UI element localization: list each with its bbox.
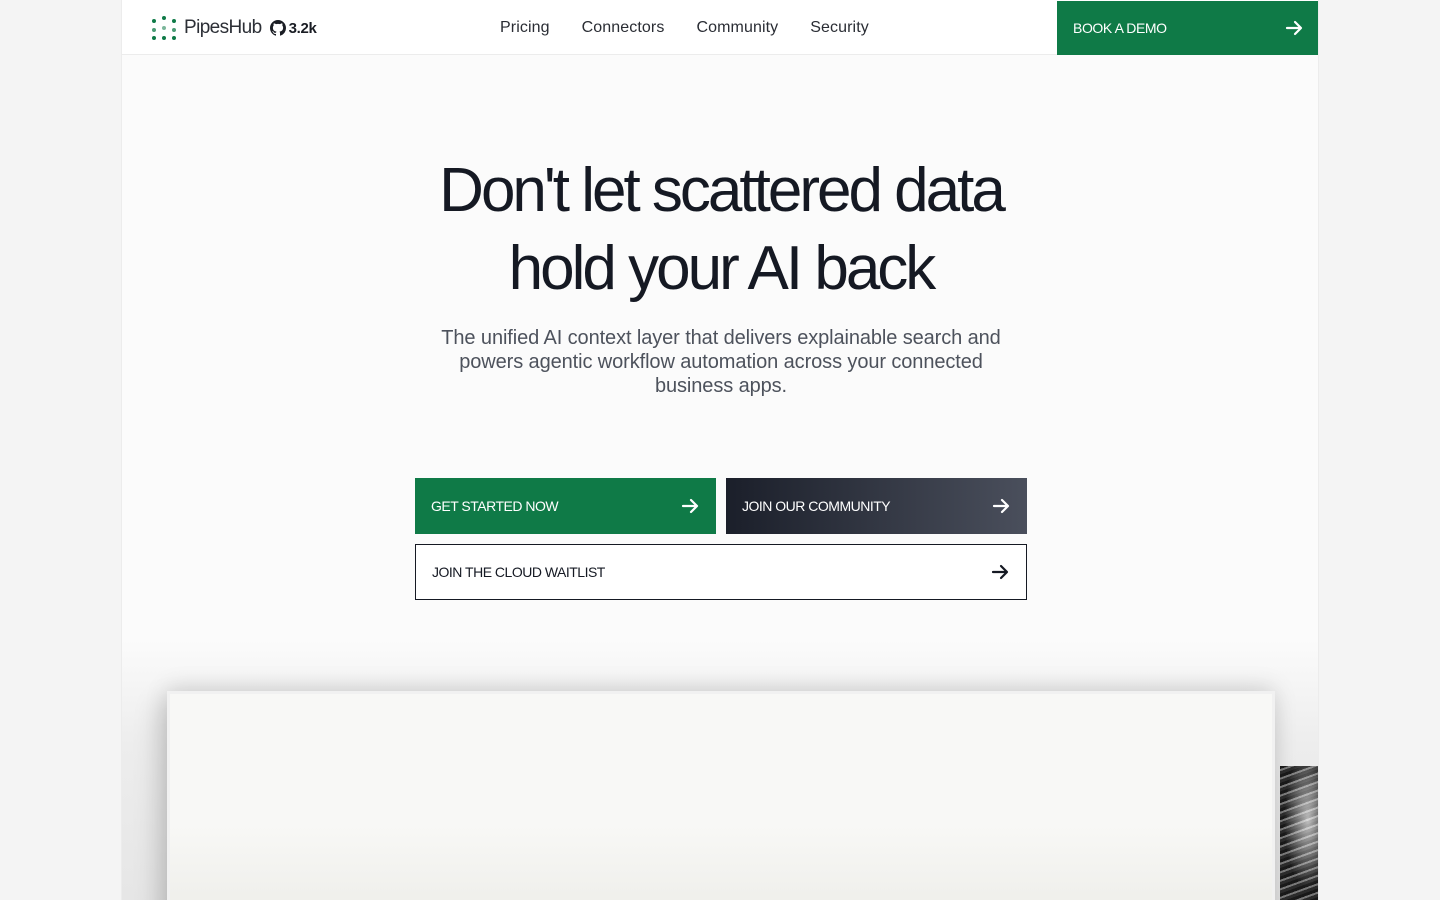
top-nav: PipesHub 3.2k Pricing Connectors Communi… bbox=[122, 0, 1318, 55]
arrow-right-icon bbox=[991, 564, 1009, 580]
page: PipesHub 3.2k Pricing Connectors Communi… bbox=[121, 0, 1319, 900]
get-started-button[interactable]: GET STARTED NOW bbox=[415, 478, 716, 534]
hero-title-line-1: Don't let scattered data bbox=[439, 156, 1006, 225]
github-icon bbox=[269, 20, 286, 36]
brand-name: PipesHub bbox=[184, 17, 262, 38]
product-preview-frame bbox=[167, 691, 1275, 900]
join-cloud-waitlist-label: JOIN THE CLOUD WAITLIST bbox=[432, 564, 605, 580]
nav-link-connectors[interactable]: Connectors bbox=[582, 19, 665, 37]
nav-link-security[interactable]: Security bbox=[810, 19, 869, 37]
arrow-right-icon bbox=[992, 498, 1010, 514]
background-photo bbox=[1280, 766, 1318, 900]
arrow-right-icon bbox=[1285, 20, 1303, 36]
logo[interactable]: PipesHub 3.2k bbox=[152, 16, 317, 40]
join-community-label: JOIN OUR COMMUNITY bbox=[742, 498, 891, 514]
nav-link-pricing[interactable]: Pricing bbox=[500, 19, 550, 37]
nav-links: Pricing Connectors Community Security bbox=[500, 0, 901, 55]
get-started-label: GET STARTED NOW bbox=[431, 498, 559, 514]
hero-title: Don't let scattered data hold your AI ba… bbox=[221, 152, 1221, 308]
pipeshub-logo-icon bbox=[152, 16, 176, 40]
book-demo-button[interactable]: BOOK A DEMO bbox=[1057, 1, 1318, 55]
nav-link-community[interactable]: Community bbox=[696, 19, 778, 37]
preview-fade bbox=[170, 824, 1272, 900]
github-star-count: 3.2k bbox=[288, 19, 317, 37]
hero-title-line-2: hold your AI back bbox=[508, 234, 937, 303]
arrow-right-icon bbox=[681, 498, 699, 514]
join-community-button[interactable]: JOIN OUR COMMUNITY bbox=[726, 478, 1027, 534]
book-demo-label: BOOK A DEMO bbox=[1073, 20, 1167, 36]
join-cloud-waitlist-button[interactable]: JOIN THE CLOUD WAITLIST bbox=[415, 544, 1027, 600]
hero-subtitle: The unified AI context layer that delive… bbox=[441, 327, 1001, 397]
github-stars-link[interactable]: 3.2k bbox=[269, 19, 317, 37]
